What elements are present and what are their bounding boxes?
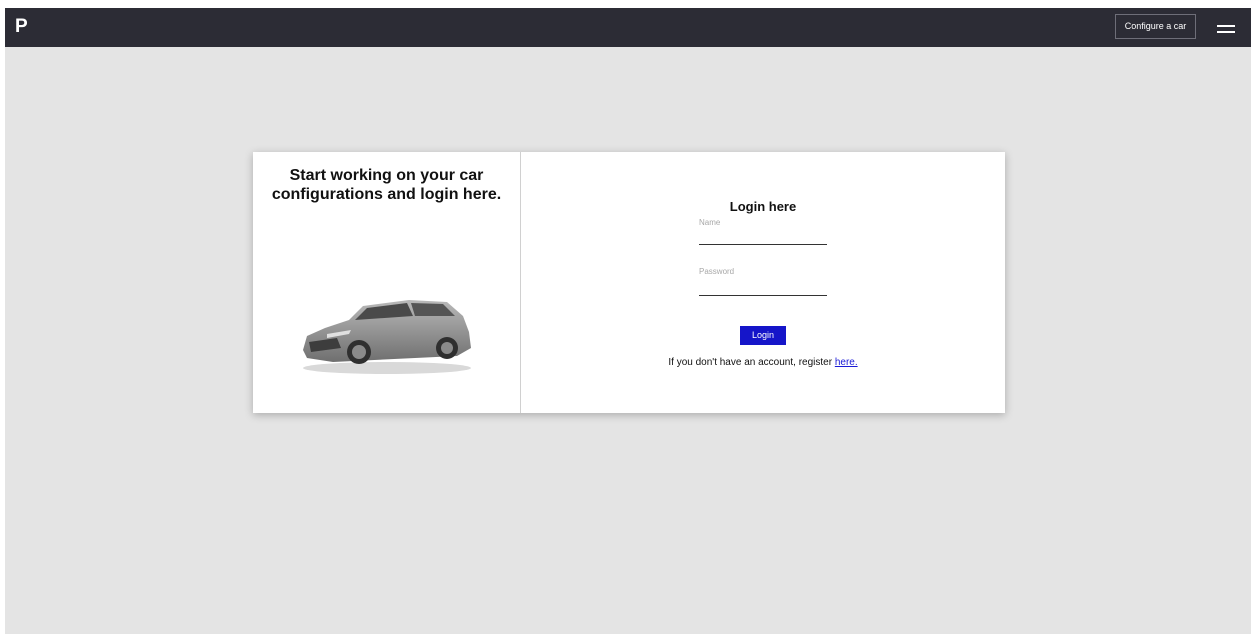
register-prompt: If you don't have an account, register h… <box>521 357 1005 369</box>
name-label: Name <box>699 218 721 227</box>
login-button[interactable]: Login <box>740 326 786 345</box>
configure-car-button[interactable]: Configure a car <box>1115 14 1196 39</box>
password-input[interactable] <box>699 281 827 296</box>
menu-line-top <box>1217 25 1235 27</box>
top-navbar: P Configure a car <box>5 8 1251 47</box>
brand-logo[interactable]: P <box>15 16 28 38</box>
hero-panel: Start working on your car configurations… <box>253 152 521 413</box>
hero-tagline: Start working on your car configurations… <box>271 167 502 203</box>
register-link[interactable]: here. <box>835 357 858 368</box>
login-card: Start working on your car configurations… <box>253 152 1005 413</box>
menu-line-bottom <box>1217 31 1235 33</box>
app-viewport: P Configure a car Start working on your … <box>5 8 1251 634</box>
password-label: Password <box>699 267 735 276</box>
hamburger-menu-icon[interactable] <box>1211 20 1239 36</box>
register-prompt-text: If you don't have an account, register <box>668 357 835 368</box>
name-input[interactable] <box>699 230 827 245</box>
car-image <box>303 300 471 374</box>
login-title: Login here <box>729 199 797 214</box>
login-panel: Login here Name Password Login If you do… <box>521 152 1005 413</box>
